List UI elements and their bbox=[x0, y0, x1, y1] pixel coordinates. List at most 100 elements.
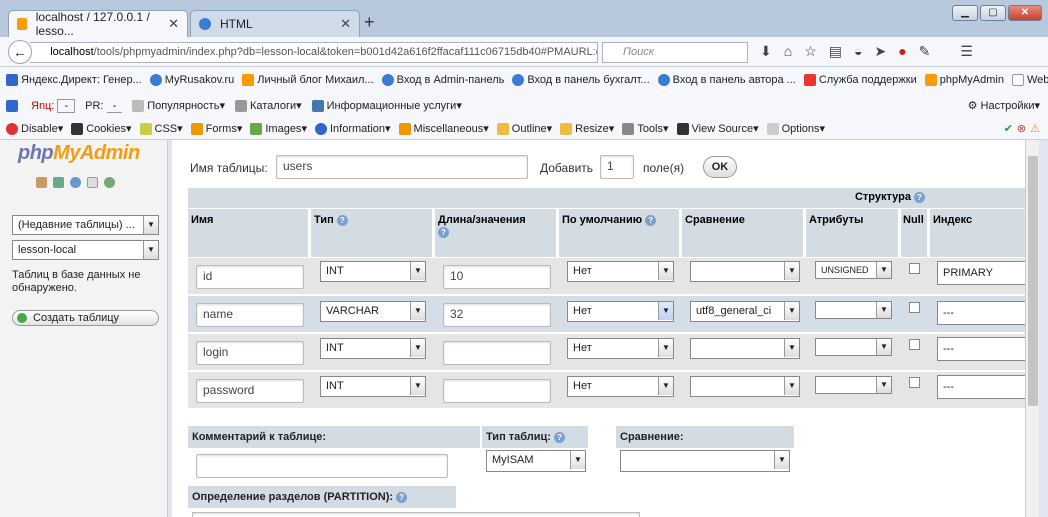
field-type-select[interactable]: INT ▼ bbox=[320, 261, 426, 282]
field-type-select[interactable]: INT ▼ bbox=[320, 376, 426, 397]
table-name-input[interactable]: users bbox=[276, 155, 528, 179]
search-input[interactable]: Поиск bbox=[602, 42, 748, 63]
close-window-button[interactable]: ✕ bbox=[1008, 5, 1042, 21]
bookmark-item[interactable]: phpMyAdmin bbox=[924, 74, 1004, 87]
tab-phpmyadmin[interactable]: localhost / 127.0.0.1 / lesso... ✕ bbox=[8, 10, 188, 38]
home-icon[interactable] bbox=[36, 177, 47, 188]
wd-images[interactable]: Images▾ bbox=[250, 122, 307, 136]
phpmyadmin-logo[interactable]: phpMyAdmin bbox=[18, 142, 140, 165]
field-length-input[interactable] bbox=[443, 341, 551, 365]
null-checkbox[interactable] bbox=[909, 302, 920, 313]
new-tab-button[interactable]: + bbox=[364, 12, 375, 33]
tab-html[interactable]: HTML ✕ bbox=[190, 10, 360, 37]
field-collation-select[interactable]: ▼ bbox=[690, 338, 800, 359]
maximize-button[interactable]: ▢ bbox=[980, 5, 1006, 21]
vertical-scrollbar[interactable] bbox=[1025, 140, 1039, 517]
wd-options[interactable]: Options▾ bbox=[766, 122, 825, 136]
bookmark-item[interactable]: Служба поддержки bbox=[803, 74, 917, 87]
field-default-select[interactable]: Нет ▼ bbox=[567, 376, 674, 397]
field-name-input[interactable]: name bbox=[196, 303, 304, 327]
field-index-select[interactable]: --- bbox=[937, 301, 1025, 325]
wd-forms[interactable]: Forms▾ bbox=[190, 122, 242, 136]
help-icon[interactable]: ? bbox=[336, 214, 348, 226]
field-length-input[interactable] bbox=[443, 379, 551, 403]
bookmark-item[interactable]: Вход в Admin-панель bbox=[381, 74, 504, 87]
wd-information[interactable]: Information▾ bbox=[314, 122, 391, 136]
field-collation-select[interactable]: utf8_general_ci ▼ bbox=[690, 301, 800, 322]
field-index-select[interactable]: --- bbox=[937, 337, 1025, 361]
help-icon[interactable]: ? bbox=[914, 191, 925, 203]
yandex-item[interactable]: Информационные услуги▾ bbox=[311, 99, 462, 113]
field-name-input[interactable]: id bbox=[196, 265, 304, 289]
query-icon[interactable] bbox=[70, 177, 81, 188]
bookmark-item[interactable]: Вход в панель бухгалт... bbox=[512, 74, 650, 87]
yandex-item[interactable]: Популярность▾ bbox=[132, 99, 225, 113]
null-checkbox[interactable] bbox=[909, 263, 920, 274]
download-icon[interactable]: ⬇ bbox=[760, 43, 772, 60]
field-attributes-select[interactable]: ▼ bbox=[815, 338, 892, 356]
field-attributes-select[interactable]: ▼ bbox=[815, 301, 892, 319]
field-name-input[interactable]: login bbox=[196, 341, 304, 365]
settings-icon[interactable] bbox=[104, 177, 115, 188]
settings-item[interactable]: ⚙ Настройки▾ bbox=[968, 99, 1040, 112]
close-tab-icon[interactable]: ✕ bbox=[340, 16, 351, 32]
wd-view-source[interactable]: View Source▾ bbox=[676, 122, 759, 136]
field-default-select[interactable]: Нет ▼ bbox=[567, 301, 674, 322]
bookmark-item[interactable]: Личный блог Михаил... bbox=[242, 74, 374, 87]
yandex-icon[interactable] bbox=[6, 99, 18, 112]
add-count-input[interactable]: 1 bbox=[600, 155, 634, 179]
wd-cookies[interactable]: Cookies▾ bbox=[71, 122, 132, 136]
field-collation-select[interactable]: ▼ bbox=[690, 376, 800, 397]
table-comment-input[interactable] bbox=[196, 454, 448, 478]
ok-button[interactable]: OK bbox=[703, 156, 737, 178]
null-checkbox[interactable] bbox=[909, 339, 920, 350]
scrollbar-thumb[interactable] bbox=[1028, 156, 1038, 406]
partition-textarea[interactable] bbox=[192, 512, 640, 517]
back-button[interactable]: ← bbox=[8, 40, 32, 64]
field-attributes-select[interactable]: UNSIGNED ▼ bbox=[815, 261, 892, 279]
star-icon[interactable]: ☆ bbox=[804, 43, 817, 60]
bookmark-item[interactable]: MyRusakov.ru bbox=[149, 74, 234, 87]
field-index-select[interactable]: PRIMARY bbox=[937, 261, 1025, 285]
tools-icon[interactable]: ✎ bbox=[919, 43, 931, 60]
create-table-button[interactable]: Создать таблицу bbox=[12, 310, 159, 326]
field-default-select[interactable]: Нет ▼ bbox=[567, 338, 674, 359]
bookmarks-list-icon[interactable]: ▤ bbox=[829, 43, 842, 60]
recent-tables-select[interactable]: (Недавние таблицы) ... ▼ bbox=[12, 215, 159, 235]
database-select[interactable]: lesson-local ▼ bbox=[12, 240, 159, 260]
wd-css[interactable]: CSS▾ bbox=[139, 122, 183, 136]
null-checkbox[interactable] bbox=[909, 377, 920, 388]
send-icon[interactable]: ➤ bbox=[874, 43, 886, 60]
table-collation-select[interactable]: ▼ bbox=[620, 450, 790, 472]
home-icon[interactable]: ⌂ bbox=[784, 43, 792, 60]
field-index-select[interactable]: --- bbox=[937, 375, 1025, 399]
table-engine-select[interactable]: MyISAM ▼ bbox=[486, 450, 586, 472]
menu-icon[interactable]: ☰ bbox=[960, 43, 973, 60]
field-collation-select[interactable]: ▼ bbox=[690, 261, 800, 282]
field-default-select[interactable]: Нет ▼ bbox=[567, 261, 674, 282]
help-icon[interactable]: ? bbox=[396, 491, 408, 503]
wd-disable[interactable]: Disable▾ bbox=[6, 122, 63, 136]
bookmark-item[interactable]: Вход в панель автора ... bbox=[657, 74, 796, 87]
wd-resize[interactable]: Resize▾ bbox=[560, 122, 614, 136]
minimize-button[interactable]: ▁ bbox=[952, 5, 978, 21]
help-icon[interactable]: ? bbox=[554, 431, 566, 443]
bookmark-item[interactable]: Яндекс.Директ: Генер... bbox=[6, 74, 142, 87]
field-attributes-select[interactable]: ▼ bbox=[815, 376, 892, 394]
wd-outline[interactable]: Outline▾ bbox=[496, 122, 552, 136]
wd-misc[interactable]: Miscellaneous▾ bbox=[398, 122, 489, 136]
close-tab-icon[interactable]: ✕ bbox=[168, 16, 179, 32]
field-type-select[interactable]: INT ▼ bbox=[320, 338, 426, 359]
adblock-icon[interactable]: ● bbox=[898, 43, 906, 60]
bookmark-item[interactable]: WebMoney bbox=[1011, 74, 1048, 87]
pocket-icon[interactable]: ◒ bbox=[854, 43, 862, 60]
field-name-input[interactable]: password bbox=[196, 379, 304, 403]
help-icon[interactable]: ? bbox=[438, 226, 449, 238]
yandex-item[interactable]: Каталоги▾ bbox=[234, 99, 302, 113]
field-length-input[interactable]: 10 bbox=[443, 265, 551, 289]
help-icon[interactable]: ? bbox=[645, 214, 657, 226]
docs-icon[interactable] bbox=[87, 177, 98, 188]
wd-tools[interactable]: Tools▾ bbox=[622, 122, 669, 136]
exit-icon[interactable] bbox=[53, 177, 64, 188]
field-type-select[interactable]: VARCHAR ▼ bbox=[320, 301, 426, 322]
